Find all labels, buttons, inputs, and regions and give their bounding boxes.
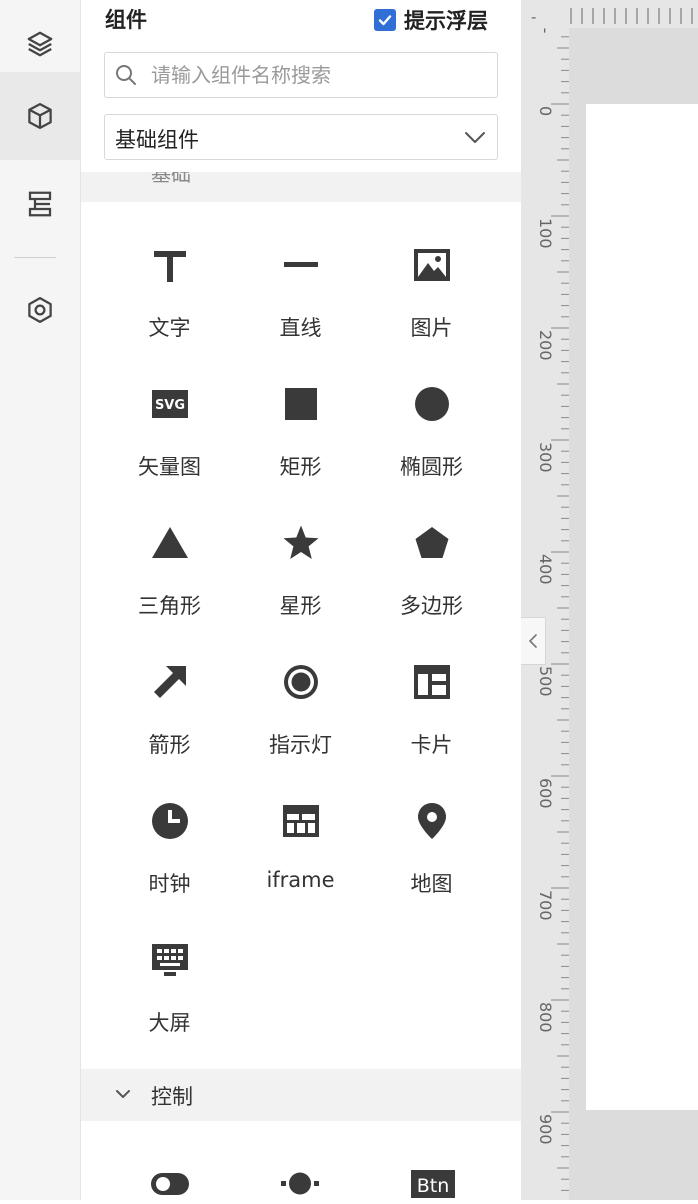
component-rectangle[interactable]: 矩形 [235, 377, 366, 507]
panel-collapse-handle[interactable] [521, 617, 546, 665]
ruler-label: 600 [536, 778, 555, 809]
component-label: 文字 [148, 316, 191, 340]
component-clock[interactable]: 时钟 [104, 794, 235, 924]
category-select[interactable]: 基础组件 [104, 114, 498, 160]
component-label: 箭形 [148, 733, 191, 757]
tooltip-checkbox[interactable] [374, 9, 396, 31]
section-header-basic-label: 基础 [151, 172, 191, 186]
component-label: 矩形 [279, 455, 322, 479]
ruler-label: 500 [536, 666, 555, 697]
indicator-light-icon [284, 665, 318, 699]
slider-icon[interactable] [281, 1168, 319, 1198]
iframe-icon [283, 805, 319, 837]
component-label: 椭圆形 [400, 455, 463, 479]
check-icon [378, 15, 392, 26]
hexagon-settings-icon [28, 297, 52, 323]
panel-title: 组件 [105, 8, 147, 32]
big-screen-icon [152, 944, 188, 976]
arrow-icon [154, 666, 186, 698]
component-map[interactable]: 地图 [366, 794, 497, 924]
component-label: 卡片 [410, 733, 453, 757]
component-ellipse[interactable]: 椭圆形 [366, 377, 497, 507]
ruler-label: 0 [536, 106, 555, 116]
component-star[interactable]: 星形 [235, 516, 366, 646]
horizontal-ruler: - [521, 0, 698, 28]
triangle-icon [152, 527, 188, 558]
switch-icon[interactable] [151, 1168, 189, 1198]
component-label: 矢量图 [138, 455, 201, 479]
component-line[interactable]: 直线 [235, 238, 366, 368]
search-icon [116, 65, 136, 85]
component-triangle[interactable]: 三角形 [104, 516, 235, 646]
chevron-left-icon [529, 634, 537, 648]
component-label: 地图 [410, 872, 453, 896]
rectangle-icon [285, 388, 317, 420]
component-polygon[interactable]: 多边形 [366, 516, 497, 646]
horizontal-ruler-ticks: - [531, 8, 693, 26]
polygon-icon [415, 527, 449, 558]
rail-pages-button[interactable] [0, 160, 80, 248]
component-label: 指示灯 [269, 733, 332, 757]
chevron-down-icon [465, 132, 485, 143]
component-indicator-light[interactable]: 指示灯 [235, 655, 366, 785]
chevron-down-icon [116, 1090, 130, 1098]
search-box [104, 52, 498, 98]
component-label: 多边形 [400, 594, 463, 618]
rail-divider [14, 257, 56, 258]
component-arrow[interactable]: 箭形 [104, 655, 235, 785]
rail-components-button[interactable] [0, 72, 80, 160]
section-header-control-label: 控制 [151, 1085, 193, 1109]
button-icon[interactable]: Btn [411, 1168, 455, 1198]
section-header-control[interactable]: 控制 [81, 1069, 521, 1121]
tooltip-toggle-label: 提示浮层 [404, 9, 488, 33]
component-big-screen[interactable]: 大屏 [104, 933, 235, 1063]
component-text[interactable]: 文字 [104, 238, 235, 368]
component-list: 基础 文字 直线 图片 SVG 矢量图 矩形 椭圆形 三角形 星形 多边形 箭形… [81, 172, 521, 1200]
components-panel: 组件 提示浮层 基础组件 基础 文字 直线 图片 [81, 0, 521, 1200]
ruler-label: 800 [536, 1002, 555, 1033]
ruler-label: - [536, 28, 555, 34]
section-header-basic[interactable]: 基础 [81, 172, 521, 202]
component-label: 图片 [410, 316, 453, 340]
left-icon-rail [0, 0, 81, 1200]
component-label: 星形 [279, 594, 322, 618]
component-svg[interactable]: SVG 矢量图 [104, 377, 235, 507]
svg-icon: SVG [152, 390, 188, 418]
component-label: 大屏 [148, 1011, 191, 1035]
component-label: 时钟 [148, 872, 191, 896]
component-label: 直线 [279, 316, 322, 340]
tooltip-toggle[interactable]: 提示浮层 [374, 5, 488, 35]
layers-icon [27, 31, 53, 57]
star-icon [283, 525, 319, 559]
component-image[interactable]: 图片 [366, 238, 497, 368]
line-icon [284, 262, 318, 267]
vertical-ruler: - 0 100 200 300 400 500 600 700 800 900 [521, 0, 570, 1200]
ellipse-icon [415, 387, 449, 421]
component-label: iframe [266, 868, 335, 892]
map-pin-icon [418, 803, 446, 839]
cube-icon [28, 103, 52, 129]
category-select-value: 基础组件 [115, 128, 199, 152]
text-icon [154, 251, 186, 282]
ruler-label: 900 [536, 1114, 555, 1145]
ruler-label: 400 [536, 554, 555, 585]
component-card[interactable]: 卡片 [366, 655, 497, 785]
rail-settings-button[interactable] [0, 266, 80, 354]
component-label: 三角形 [138, 594, 201, 618]
vertical-ruler-ticks: - 0 100 200 300 400 500 600 700 800 900 [536, 28, 569, 1191]
pages-icon [28, 191, 52, 217]
clock-icon [152, 803, 188, 839]
ruler-label: - [531, 8, 536, 26]
canvas-page[interactable] [586, 104, 698, 1110]
svg-icon-text: SVG [155, 398, 185, 413]
ruler-label: 700 [536, 890, 555, 921]
ruler-label: 300 [536, 442, 555, 473]
button-icon-text: Btn [417, 1175, 450, 1197]
ruler-label: 200 [536, 330, 555, 361]
search-input[interactable] [151, 53, 486, 97]
image-icon [414, 249, 450, 281]
ruler-label: 100 [536, 218, 555, 249]
card-icon [414, 665, 450, 699]
component-iframe[interactable]: iframe [235, 794, 366, 924]
